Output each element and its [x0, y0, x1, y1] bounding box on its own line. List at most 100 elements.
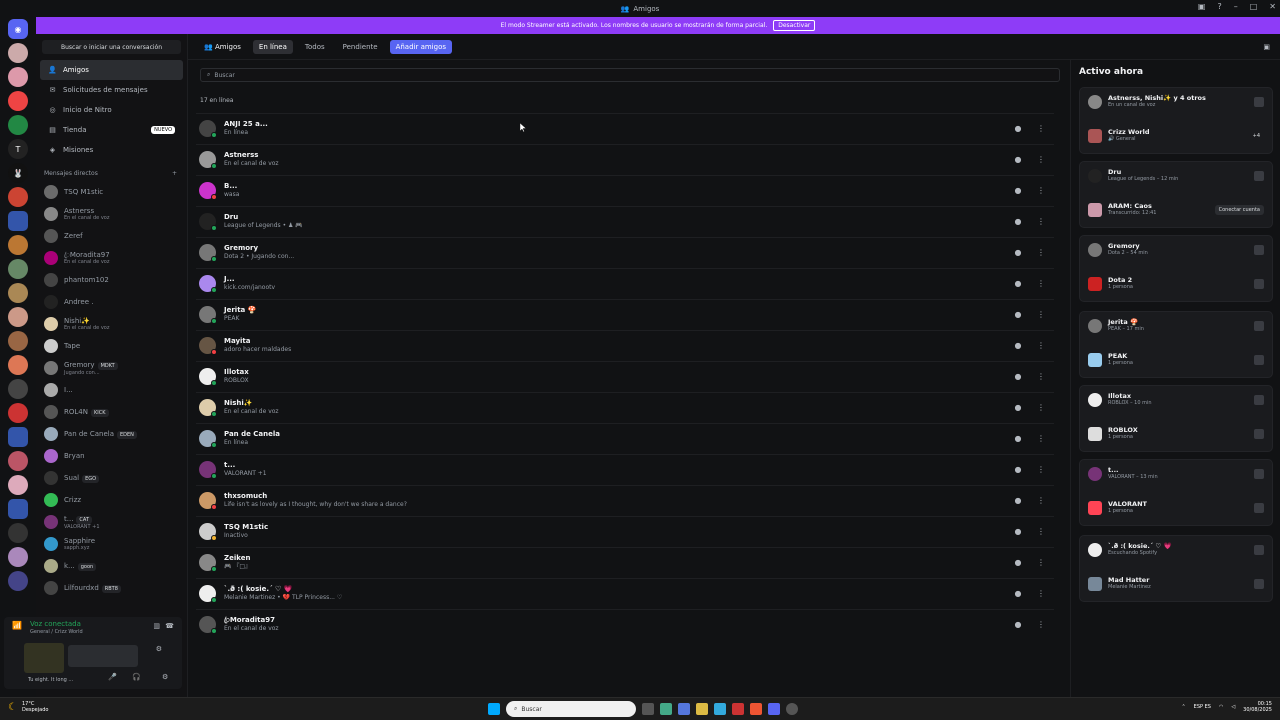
dm-item[interactable]: Bryan [36, 445, 187, 467]
server-icon[interactable] [8, 115, 28, 135]
dm-item[interactable]: I... [36, 379, 187, 401]
tab-pending[interactable]: Pendiente [337, 40, 384, 54]
chrome-icon[interactable] [660, 703, 672, 715]
more-options-icon[interactable]: ⋮ [1036, 155, 1046, 165]
clock[interactable]: 00:15 30/08/2025 [1243, 701, 1272, 713]
more-options-icon[interactable]: ⋮ [1036, 589, 1046, 599]
message-icon[interactable]: ● [1013, 372, 1023, 382]
voice-connected-label[interactable]: Voz conectada [30, 620, 81, 628]
server-icon[interactable] [8, 331, 28, 351]
dm-item[interactable]: Andree . [36, 291, 187, 313]
dm-item[interactable]: Tape [36, 335, 187, 357]
server-icon[interactable] [8, 571, 28, 591]
message-icon[interactable]: ● [1013, 310, 1023, 320]
message-icon[interactable]: ● [1013, 434, 1023, 444]
folder-icon[interactable] [8, 427, 28, 447]
activity-card[interactable]: Illotax ROBLOX – 10 min ROBLOX 1 persona [1079, 385, 1273, 452]
friend-row[interactable]: ANJI 25 a... En línea ● ⋮ [196, 113, 1054, 143]
activity-card[interactable]: Jerita 🍄 PEAK – 17 min PEAK 1 persona [1079, 311, 1273, 378]
dm-item[interactable]: Lilfourdxd RBT8 [36, 577, 187, 599]
server-icon[interactable]: 🐰 [8, 163, 28, 183]
folder-icon[interactable] [8, 499, 28, 519]
dm-item[interactable]: t... CAT VALORANT +1 [36, 511, 187, 533]
taskbar-search[interactable]: ⌕ Buscar [506, 701, 636, 717]
activity-card[interactable]: Gremory Dota 2 – 54 min Dota 2 1 persona [1079, 235, 1273, 302]
more-options-icon[interactable]: ⋮ [1036, 465, 1046, 475]
dm-item[interactable]: Pan de Canela EDEN [36, 423, 187, 445]
friend-row[interactable]: Pan de Canela En línea ● ⋮ [196, 423, 1054, 453]
settings-icon[interactable] [786, 703, 798, 715]
dm-item[interactable]: Zeref [36, 225, 187, 247]
friend-row[interactable]: Dru League of Legends • ♟ 🎮 ● ⋮ [196, 206, 1054, 236]
language-indicator[interactable]: ESP ES [1194, 704, 1211, 710]
friend-row[interactable]: B... wasa ● ⋮ [196, 175, 1054, 205]
windows-start-icon[interactable] [488, 703, 500, 715]
volume-icon[interactable]: ◁ [1231, 704, 1235, 710]
deactivate-button[interactable]: Desactivar [773, 20, 816, 31]
conversation-search-button[interactable]: Buscar o iniciar una conversación [42, 40, 181, 54]
server-icon[interactable] [8, 355, 28, 375]
friend-row[interactable]: ꦿMoradita97 En el canal de voz ● ⋮ [196, 609, 1054, 639]
help-icon[interactable]: ? [1217, 2, 1221, 11]
friend-row[interactable]: t... VALORANT +1 ● ⋮ [196, 454, 1054, 484]
task-view-icon[interactable] [642, 703, 654, 715]
wifi-icon[interactable]: ◠ [1219, 704, 1223, 710]
nav-shop[interactable]: ▤ Tienda NUEVO [40, 120, 183, 140]
friend-row[interactable]: Zeiken 🎮 『□』 ● ⋮ [196, 547, 1054, 577]
friend-row[interactable]: Nishi✨ En el canal de voz ● ⋮ [196, 392, 1054, 422]
disconnect-icon[interactable]: ☎ [165, 622, 174, 630]
tab-online[interactable]: En línea [252, 39, 293, 54]
more-options-icon[interactable]: ⋮ [1036, 341, 1046, 351]
server-icon[interactable] [8, 91, 28, 111]
app-icon[interactable] [678, 703, 690, 715]
more-options-icon[interactable]: ⋮ [1036, 527, 1046, 537]
more-options-icon[interactable]: ⋮ [1036, 496, 1046, 506]
message-icon[interactable]: ● [1013, 558, 1023, 568]
friend-row[interactable]: Illotax ROBLOX ● ⋮ [196, 361, 1054, 391]
app-icon[interactable] [750, 703, 762, 715]
message-icon[interactable]: ● [1013, 341, 1023, 351]
dm-item[interactable]: phantom102 [36, 269, 187, 291]
maximize-button[interactable]: □ [1250, 2, 1258, 11]
server-icon[interactable] [8, 475, 28, 495]
more-options-icon[interactable]: ⋮ [1036, 558, 1046, 568]
friend-row[interactable]: TSQ M1stic Inactivo ● ⋮ [196, 516, 1054, 546]
server-icon[interactable] [8, 307, 28, 327]
server-icon[interactable] [8, 523, 28, 543]
new-group-dm-icon[interactable]: ▣ [1263, 43, 1270, 51]
activity-card[interactable]: Dru League of Legends – 12 min ARAM: Cao… [1079, 161, 1273, 228]
dm-item[interactable]: Sual EGO [36, 467, 187, 489]
noise-suppression-icon[interactable]: ▥ [153, 622, 160, 630]
friend-row[interactable]: thxsomuch Life isn't as lovely as I thou… [196, 485, 1054, 515]
server-icon[interactable] [8, 283, 28, 303]
more-options-icon[interactable]: ⋮ [1036, 186, 1046, 196]
nav-friends[interactable]: 👤 Amigos [40, 60, 183, 80]
dm-item[interactable]: Crizz [36, 489, 187, 511]
friend-row[interactable]: Mayita adoro hacer maldades ● ⋮ [196, 330, 1054, 360]
nav-quests[interactable]: ◈ Misiones [40, 140, 183, 160]
more-options-icon[interactable]: ⋮ [1036, 403, 1046, 413]
add-friends-button[interactable]: Añadir amigos [389, 39, 452, 54]
settings-gear-icon[interactable]: ⚙ [156, 645, 162, 653]
nav-message-requests[interactable]: ✉ Solicitudes de mensajes [40, 80, 183, 100]
dm-item[interactable]: k... goon [36, 555, 187, 577]
tab-all[interactable]: Todos [299, 40, 331, 54]
chevron-up-icon[interactable]: ⌃ [1181, 704, 1185, 710]
more-options-icon[interactable]: ⋮ [1036, 434, 1046, 444]
minimize-button[interactable]: – [1234, 2, 1238, 11]
message-icon[interactable]: ● [1013, 279, 1023, 289]
more-options-icon[interactable]: ⋮ [1036, 620, 1046, 630]
more-options-icon[interactable]: ⋮ [1036, 217, 1046, 227]
more-options-icon[interactable]: ⋮ [1036, 124, 1046, 134]
stream-preview[interactable] [24, 643, 64, 673]
friend-row[interactable]: Astnerss En el canal de voz ● ⋮ [196, 144, 1054, 174]
message-icon[interactable]: ● [1013, 465, 1023, 475]
server-icon[interactable] [8, 451, 28, 471]
activity-card[interactable]: t... VALORANT – 13 min VALORANT 1 person… [1079, 459, 1273, 526]
friend-row[interactable]: `.ð̷ :( kosie.´ ♡ 💗 Melanie Martinez • 💔… [196, 578, 1054, 608]
dm-item[interactable]: Gremory MDKT Jugando con... [36, 357, 187, 379]
server-icon[interactable] [8, 43, 28, 63]
server-icon[interactable] [8, 379, 28, 399]
more-options-icon[interactable]: ⋮ [1036, 279, 1046, 289]
server-icon[interactable] [8, 259, 28, 279]
